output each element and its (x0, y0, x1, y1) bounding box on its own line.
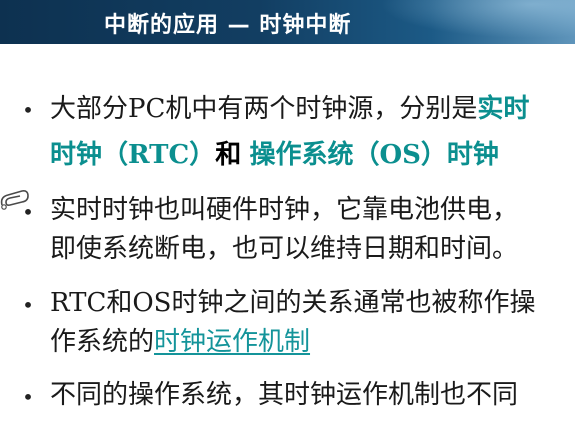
bullet-4-line-1: 不同的操作系统，其时钟运作机制也不同 (50, 380, 519, 410)
bullet-marker: • (22, 200, 34, 224)
bullet-1-highlight-os: 操作系统（OS）时钟 (249, 140, 499, 170)
bullet-2-line-2: 即使系统断电，也可以维持日期和时间。 (50, 234, 519, 264)
bullet-1-line-2: 时钟（RTC）和 操作系统（OS）时钟 (50, 138, 499, 172)
bullet-marker: • (22, 98, 34, 122)
bullet-marker: • (22, 293, 34, 317)
bullet-1-line-1: 大部分PC机中有两个时钟源，分别是实时 (50, 92, 529, 126)
bullet-3-line-2: 作系统的时钟运作机制 (50, 325, 310, 359)
bullet-1-highlight-rtc: 实时 (477, 94, 530, 124)
clock-mechanism-link[interactable]: 时钟运作机制 (154, 327, 310, 357)
bullet-2-line-1: 实时时钟也叫硬件时钟，它靠电池供电， (50, 195, 519, 225)
bullet-1-highlight-rtc-cont: 时钟（RTC） (50, 140, 216, 170)
bullet-marker: • (22, 385, 34, 409)
bullet-3-line-1: RTC和OS时钟之间的关系通常也被称作操 (50, 288, 536, 318)
bullet-1-conjunction: 和 (215, 140, 242, 170)
bullet-1-text: 大部分PC机中有两个时钟源，分别是 (50, 94, 478, 124)
bullet-3-text: 作系统的 (50, 327, 155, 357)
slide-body: • 大部分PC机中有两个时钟源，分别是实时 时钟（RTC）和 操作系统（OS）时… (0, 0, 575, 430)
